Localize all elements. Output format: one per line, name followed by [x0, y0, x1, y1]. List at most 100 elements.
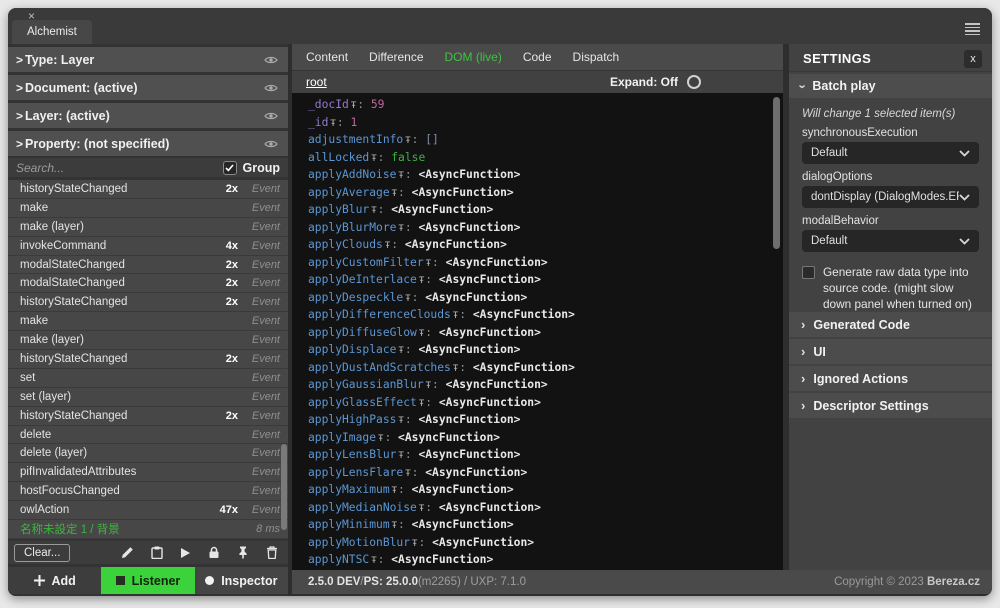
property-key[interactable]: applyHighPass: [308, 413, 396, 426]
dom-property-row[interactable]: applyImageŦ: <AsyncFunction>: [308, 430, 783, 448]
event-row[interactable]: owlAction 47x Event: [8, 501, 288, 520]
dom-property-row[interactable]: applyDifferenceCloudsŦ: <AsyncFunction>: [308, 307, 783, 325]
scrollbar-thumb[interactable]: [773, 97, 780, 249]
property-key[interactable]: applyMinimum: [308, 518, 390, 531]
checkbox-box[interactable]: [802, 266, 815, 279]
property-key[interactable]: applyAddNoise: [308, 168, 396, 181]
event-row[interactable]: hostFocusChanged Event: [8, 482, 288, 501]
add-button[interactable]: Add: [8, 567, 101, 594]
pin-property-icon[interactable]: Ŧ: [330, 119, 335, 129]
listener-button[interactable]: Listener: [101, 567, 194, 594]
pin-property-icon[interactable]: Ŧ: [398, 171, 403, 181]
pin-property-icon[interactable]: Ŧ: [419, 276, 424, 286]
dom-property-row[interactable]: applyCloudsŦ: <AsyncFunction>: [308, 237, 783, 255]
view-tab[interactable]: Content: [306, 50, 348, 64]
pin-property-icon[interactable]: Ŧ: [371, 556, 376, 566]
dom-property-row[interactable]: applyCustomFilterŦ: <AsyncFunction>: [308, 255, 783, 273]
pin-property-icon[interactable]: Ŧ: [405, 136, 410, 146]
dom-property-row[interactable]: _docIdŦ: 59: [308, 97, 783, 115]
settings-section-header[interactable]: Generated Code: [789, 312, 992, 337]
dropdown-select[interactable]: Default: [802, 142, 979, 164]
dom-property-row[interactable]: applyMotionBlurŦ: <AsyncFunction>: [308, 535, 783, 553]
clipboard-icon[interactable]: [151, 546, 163, 559]
dom-property-row[interactable]: applyAddNoiseŦ: <AsyncFunction>: [308, 167, 783, 185]
settings-section-header[interactable]: Descriptor Settings: [789, 393, 992, 418]
pin-property-icon[interactable]: Ŧ: [405, 469, 410, 479]
event-row[interactable]: historyStateChanged 2x Event: [8, 293, 288, 312]
pin-property-icon[interactable]: Ŧ: [419, 399, 424, 409]
property-key[interactable]: applyMaximum: [308, 483, 390, 496]
property-key[interactable]: applyAverage: [308, 186, 390, 199]
trash-icon[interactable]: [266, 546, 278, 559]
dom-property-row[interactable]: applyGaussianBlurŦ: <AsyncFunction>: [308, 377, 783, 395]
property-key[interactable]: applyDeInterlace: [308, 273, 417, 286]
event-row[interactable]: make (layer) Event: [8, 218, 288, 237]
dom-property-row[interactable]: allLockedŦ: false: [308, 150, 783, 168]
generate-raw-checkbox[interactable]: Generate raw data type into source code.…: [802, 265, 979, 313]
dom-property-row[interactable]: applyGlassEffectŦ: <AsyncFunction>: [308, 395, 783, 413]
property-key[interactable]: applyLensBlur: [308, 448, 396, 461]
clear-button[interactable]: Clear...: [14, 544, 70, 562]
eye-icon[interactable]: [264, 111, 278, 121]
pin-property-icon[interactable]: Ŧ: [426, 381, 431, 391]
event-row[interactable]: invokeCommand 4x Event: [8, 237, 288, 256]
property-key[interactable]: applyImage: [308, 431, 376, 444]
pin-property-icon[interactable]: Ŧ: [371, 154, 376, 164]
event-row[interactable]: modalStateChanged 2x Event: [8, 274, 288, 293]
pin-property-icon[interactable]: Ŧ: [398, 416, 403, 426]
property-key[interactable]: applyGlassEffect: [308, 396, 417, 409]
expand-toggle[interactable]: [687, 75, 701, 89]
search-input[interactable]: [16, 161, 223, 175]
pencil-icon[interactable]: [121, 546, 134, 559]
property-key[interactable]: applyDiffuseGlow: [308, 326, 417, 339]
scrollbar-thumb[interactable]: [281, 444, 287, 530]
eye-icon[interactable]: [264, 83, 278, 93]
property-key[interactable]: allLocked: [308, 151, 369, 164]
event-row[interactable]: set Event: [8, 369, 288, 388]
dom-property-row[interactable]: applyNTSCŦ: <AsyncFunction>: [308, 552, 783, 570]
panel-menu-icon[interactable]: [965, 23, 980, 35]
pin-property-icon[interactable]: Ŧ: [392, 486, 397, 496]
pin-property-icon[interactable]: Ŧ: [453, 311, 458, 321]
tab-alchemist[interactable]: Alchemist: [12, 20, 92, 44]
property-key[interactable]: applyMotionBlur: [308, 536, 410, 549]
dom-property-row[interactable]: applyMinimumŦ: <AsyncFunction>: [308, 517, 783, 535]
property-key[interactable]: applyCustomFilter: [308, 256, 424, 269]
dropdown-select[interactable]: dontDisplay (DialogModes.ERR...: [802, 186, 979, 208]
pin-property-icon[interactable]: Ŧ: [392, 189, 397, 199]
settings-close-button[interactable]: x: [964, 50, 982, 68]
pin-property-icon[interactable]: Ŧ: [426, 259, 431, 269]
section-batch-play[interactable]: Batch play: [789, 74, 992, 98]
property-key[interactable]: applyDespeckle: [308, 291, 403, 304]
dropdown-select[interactable]: Default: [802, 230, 979, 252]
event-row[interactable]: pifInvalidatedAttributes Event: [8, 463, 288, 482]
dom-property-row[interactable]: applyDisplaceŦ: <AsyncFunction>: [308, 342, 783, 360]
property-key[interactable]: applyBlur: [308, 203, 369, 216]
pin-property-icon[interactable]: Ŧ: [398, 224, 403, 234]
pin-property-icon[interactable]: Ŧ: [398, 346, 403, 356]
pin-property-icon[interactable]: Ŧ: [419, 329, 424, 339]
filter-header[interactable]: Type: Layer: [8, 47, 288, 72]
dom-property-row[interactable]: applyMedianNoiseŦ: <AsyncFunction>: [308, 500, 783, 518]
view-tab[interactable]: DOM (live): [445, 50, 502, 64]
property-key[interactable]: applyDifferenceClouds: [308, 308, 451, 321]
filter-header[interactable]: Property: (not specified): [8, 131, 288, 156]
eye-icon[interactable]: [264, 139, 278, 149]
event-row[interactable]: make (layer) Event: [8, 331, 288, 350]
property-key[interactable]: applyClouds: [308, 238, 383, 251]
property-key[interactable]: _docId: [308, 98, 349, 111]
pin-property-icon[interactable]: Ŧ: [419, 504, 424, 514]
event-row[interactable]: make Event: [8, 312, 288, 331]
event-row[interactable]: historyStateChanged 2x Event: [8, 407, 288, 426]
settings-section-header[interactable]: UI: [789, 339, 992, 364]
event-row[interactable]: delete Event: [8, 426, 288, 445]
dom-property-row[interactable]: applyDustAndScratchesŦ: <AsyncFunction>: [308, 360, 783, 378]
property-key[interactable]: applyMedianNoise: [308, 501, 417, 514]
dom-property-row[interactable]: _idŦ: 1: [308, 115, 783, 133]
event-row[interactable]: delete (layer) Event: [8, 444, 288, 463]
filter-header[interactable]: Layer: (active): [8, 103, 288, 128]
event-row[interactable]: 名称未設定 1 / 背景 8 ms: [8, 520, 288, 539]
event-row[interactable]: set (layer) Event: [8, 388, 288, 407]
dom-property-row[interactable]: applyBlurMoreŦ: <AsyncFunction>: [308, 220, 783, 238]
group-checkbox[interactable]: [223, 161, 237, 175]
